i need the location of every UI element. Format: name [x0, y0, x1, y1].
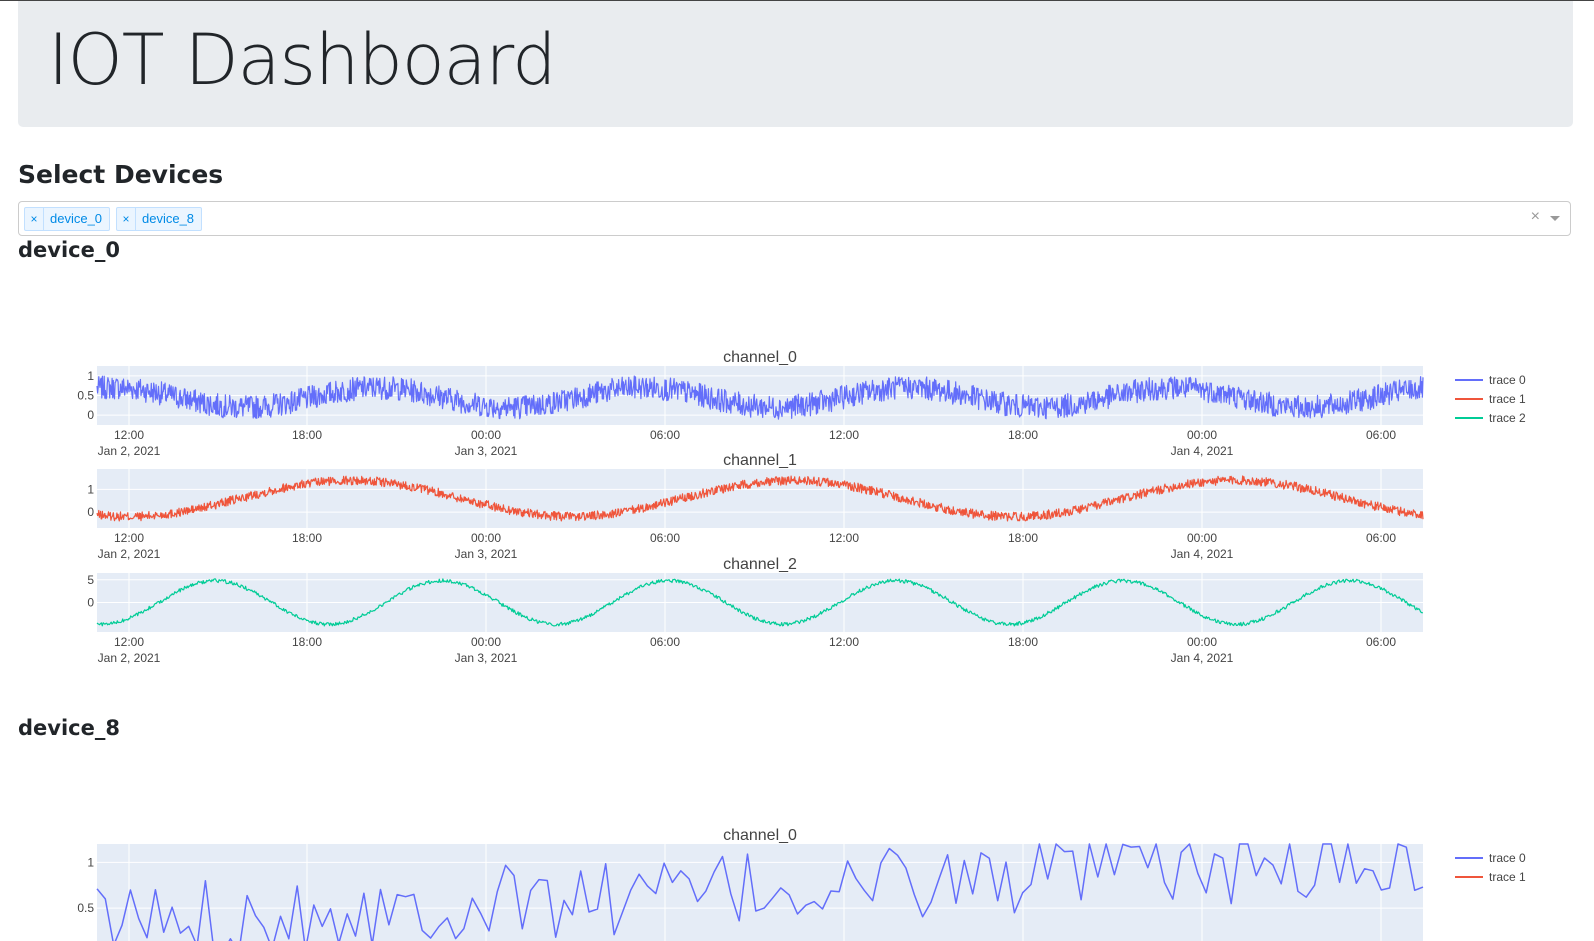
y-tick-label: 0 — [87, 596, 94, 610]
x-tick-label: 18:00 — [1008, 428, 1038, 442]
select-devices-heading: Select Devices — [18, 160, 224, 189]
y-tick-label: 5 — [87, 573, 94, 587]
legend-label: trace 1 — [1489, 870, 1526, 884]
device-title-0: device_0 — [18, 238, 120, 262]
y-tick-label: 0 — [87, 408, 94, 422]
x-tick-label: 00:00 — [1187, 531, 1217, 545]
subplot-title: channel_1 — [723, 452, 797, 469]
legend-item-trace-1[interactable]: trace 1 — [1455, 392, 1526, 406]
x-tick-label: 12:00 — [829, 428, 859, 442]
x-tick-label: 18:00 — [1008, 531, 1038, 545]
legend-item-trace-0[interactable]: trace 0 — [1455, 373, 1526, 387]
legend-label: trace 2 — [1489, 411, 1526, 425]
y-tick-label: 0.5 — [77, 901, 94, 915]
subplot-title: channel_2 — [723, 556, 797, 573]
x-date-label: Jan 3, 2021 — [455, 547, 518, 561]
legend-label: trace 0 — [1489, 851, 1526, 865]
page-title: IOT Dashboard — [48, 19, 557, 101]
x-tick-label: 18:00 — [292, 428, 322, 442]
y-tick-label: 0 — [87, 505, 94, 519]
x-tick-label: 18:00 — [292, 635, 322, 649]
x-tick-label: 06:00 — [1366, 428, 1396, 442]
x-tick-label: 06:00 — [650, 531, 680, 545]
x-date-label: Jan 4, 2021 — [1171, 547, 1234, 561]
y-tick-label: 1 — [87, 855, 94, 869]
x-tick-label: 00:00 — [1187, 428, 1217, 442]
x-tick-label: 12:00 — [829, 531, 859, 545]
device-8-plot[interactable]: channel_010.50trace 0trace 1 — [0, 820, 1594, 941]
chip-label: device_0 — [50, 211, 103, 226]
x-tick-label: 12:00 — [114, 428, 144, 442]
x-tick-label: 06:00 — [1366, 531, 1396, 545]
selected-chip-device-0: × device_0 — [24, 207, 110, 231]
y-tick-label: 0.5 — [77, 389, 94, 403]
subplot-title: channel_0 — [723, 349, 797, 366]
y-tick-label: 1 — [87, 482, 94, 496]
device-multiselect[interactable]: × device_0 × device_8 × — [18, 201, 1571, 236]
legend-label: trace 0 — [1489, 373, 1526, 387]
x-tick-label: 06:00 — [1366, 635, 1396, 649]
legend-item-trace-2[interactable]: trace 2 — [1455, 411, 1526, 425]
x-date-label: Jan 2, 2021 — [98, 651, 161, 665]
legend-label: trace 1 — [1489, 392, 1526, 406]
x-date-label: Jan 4, 2021 — [1171, 651, 1234, 665]
x-date-label: Jan 2, 2021 — [98, 444, 161, 458]
header-banner: IOT Dashboard — [18, 1, 1573, 127]
x-tick-label: 00:00 — [471, 428, 501, 442]
x-tick-label: 06:00 — [650, 635, 680, 649]
x-tick-label: 12:00 — [114, 531, 144, 545]
chip-label: device_8 — [142, 211, 195, 226]
subplot-channel_0: channel_0 1 0.5 0 12:00 18:00 00:00 06:00 12:00 1… — [77, 349, 1424, 458]
legend-item-trace-0[interactable]: trace 0 — [1455, 851, 1526, 865]
clear-selection-icon[interactable]: × — [1531, 208, 1540, 226]
x-tick-label: 12:00 — [829, 635, 859, 649]
x-tick-label: 00:00 — [471, 635, 501, 649]
x-tick-label: 06:00 — [650, 428, 680, 442]
x-date-label: Jan 3, 2021 — [455, 444, 518, 458]
device-0-plot[interactable]: channel_0 1 0.5 0 12:00 18:00 00:00 06:00 12:00 1… — [0, 340, 1594, 680]
dropdown-chevron-icon[interactable] — [1550, 216, 1560, 221]
subplot-channel_1: channel_1 1 0 12:00 18:00 00:00 06:00 12:00 18:0… — [87, 452, 1424, 561]
x-date-label: Jan 2, 2021 — [98, 547, 161, 561]
subplot-title: channel_0 — [723, 827, 797, 844]
x-tick-label: 18:00 — [292, 531, 322, 545]
y-tick-label: 1 — [87, 369, 94, 383]
x-tick-label: 00:00 — [1187, 635, 1217, 649]
device-title-8: device_8 — [18, 716, 120, 740]
x-tick-label: 12:00 — [114, 635, 144, 649]
remove-chip-icon[interactable]: × — [25, 208, 44, 230]
selected-chip-device-8: × device_8 — [116, 207, 202, 231]
x-date-label: Jan 4, 2021 — [1171, 444, 1234, 458]
x-date-label: Jan 3, 2021 — [455, 651, 518, 665]
remove-chip-icon[interactable]: × — [117, 208, 136, 230]
x-tick-label: 00:00 — [471, 531, 501, 545]
subplot-channel_2: channel_2 5 0 12:00 18:00 00:00 06:00 12:00 18:0… — [87, 556, 1424, 665]
legend-item-trace-1[interactable]: trace 1 — [1455, 870, 1526, 884]
subplot-channel_0: channel_010.50 — [77, 827, 1424, 941]
x-tick-label: 18:00 — [1008, 635, 1038, 649]
